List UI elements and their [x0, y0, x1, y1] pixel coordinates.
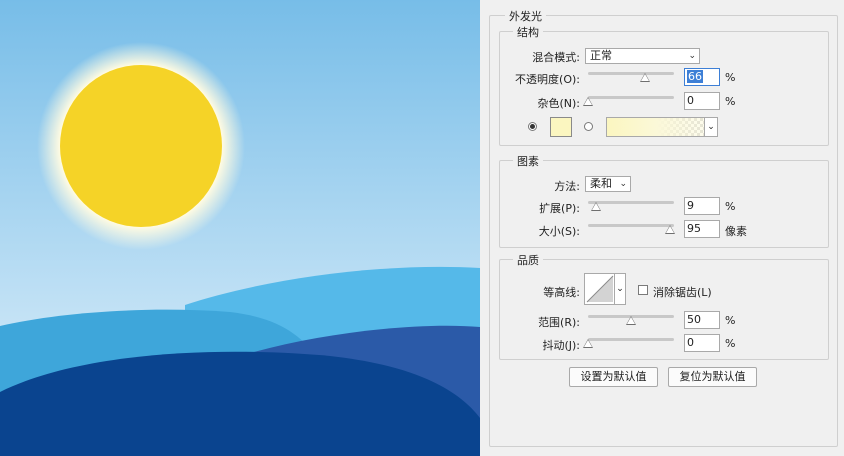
spread-input[interactable]: 9	[684, 197, 720, 215]
gradient-picker[interactable]: ⌄	[606, 117, 718, 137]
jitter-slider-track	[588, 338, 674, 341]
spread-slider-track	[588, 201, 674, 204]
size-input[interactable]: 95	[684, 220, 720, 238]
range-label: 范围(R):	[538, 316, 580, 329]
spread-label: 扩展(P):	[539, 202, 580, 215]
noise-slider-thumb[interactable]	[583, 97, 593, 106]
spread-value: 9	[687, 199, 694, 212]
noise-unit: %	[725, 95, 736, 108]
size-slider[interactable]	[588, 221, 675, 234]
size-value: 95	[687, 222, 701, 235]
jitter-unit: %	[725, 337, 736, 350]
quality-title: 品质	[513, 252, 543, 268]
reset-default-button[interactable]: 复位为默认值	[668, 367, 757, 387]
elements-title: 图素	[513, 153, 543, 169]
outer-glow-panel: 外发光 结构 混合模式: 正常 ⌄ 不透明度(O): 66 % 杂色(N): 0…	[480, 0, 844, 456]
opacity-unit: %	[725, 71, 736, 84]
size-unit: 像素	[725, 225, 747, 238]
contour-preview-icon	[586, 275, 614, 303]
antialias-checkbox[interactable]	[638, 285, 648, 295]
technique-select[interactable]: 柔和 ⌄	[585, 176, 631, 192]
gradient-radio[interactable]	[584, 122, 593, 131]
spread-slider-thumb[interactable]	[590, 202, 601, 211]
range-input[interactable]: 50	[684, 311, 720, 329]
size-slider-track	[588, 224, 674, 227]
contour-dropdown[interactable]: ⌄	[614, 274, 625, 304]
set-default-button[interactable]: 设置为默认值	[569, 367, 658, 387]
opacity-input[interactable]: 66	[684, 68, 720, 86]
spread-slider[interactable]	[588, 198, 674, 211]
opacity-slider[interactable]	[588, 69, 674, 82]
section-title: 外发光	[505, 8, 546, 24]
contour-label: 等高线:	[543, 286, 580, 299]
range-slider-thumb[interactable]	[626, 316, 636, 325]
jitter-input[interactable]: 0	[684, 334, 720, 352]
noise-label: 杂色(N):	[537, 97, 580, 110]
blend-mode-select[interactable]: 正常 ⌄	[585, 48, 700, 64]
jitter-slider-thumb[interactable]	[583, 339, 593, 348]
glow-color-swatch[interactable]	[550, 117, 572, 137]
chevron-down-icon: ⌄	[616, 284, 624, 294]
sun	[60, 65, 222, 227]
size-slider-thumb[interactable]	[664, 225, 675, 234]
range-value: 50	[687, 313, 701, 326]
noise-value: 0	[687, 94, 694, 107]
noise-input[interactable]: 0	[684, 92, 720, 110]
gradient-dropdown[interactable]: ⌄	[704, 118, 717, 136]
contour-picker[interactable]: ⌄	[584, 273, 626, 305]
jitter-label: 抖动(J):	[542, 339, 580, 352]
jitter-slider[interactable]	[583, 335, 674, 348]
chevron-down-icon: ⌄	[688, 51, 696, 61]
jitter-value: 0	[687, 336, 694, 349]
structure-title: 结构	[513, 24, 543, 40]
range-unit: %	[725, 314, 736, 327]
opacity-value: 66	[687, 70, 703, 83]
spread-unit: %	[725, 200, 736, 213]
color-radio[interactable]	[528, 122, 537, 131]
size-label: 大小(S):	[538, 225, 580, 238]
chevron-down-icon: ⌄	[707, 122, 715, 132]
technique-label: 方法:	[554, 180, 580, 193]
noise-slider-track	[588, 96, 674, 99]
opacity-slider-track	[588, 72, 674, 75]
technique-value: 柔和	[590, 177, 612, 190]
range-slider[interactable]	[588, 312, 674, 325]
opacity-slider-thumb[interactable]	[639, 73, 650, 82]
noise-slider[interactable]	[583, 93, 674, 106]
illustration-canvas	[0, 0, 480, 456]
chevron-down-icon: ⌄	[619, 179, 627, 189]
antialias-label[interactable]: 消除锯齿(L)	[653, 284, 712, 300]
blend-mode-value: 正常	[590, 49, 612, 62]
opacity-label: 不透明度(O):	[515, 73, 580, 86]
blend-mode-label: 混合模式:	[532, 51, 580, 64]
